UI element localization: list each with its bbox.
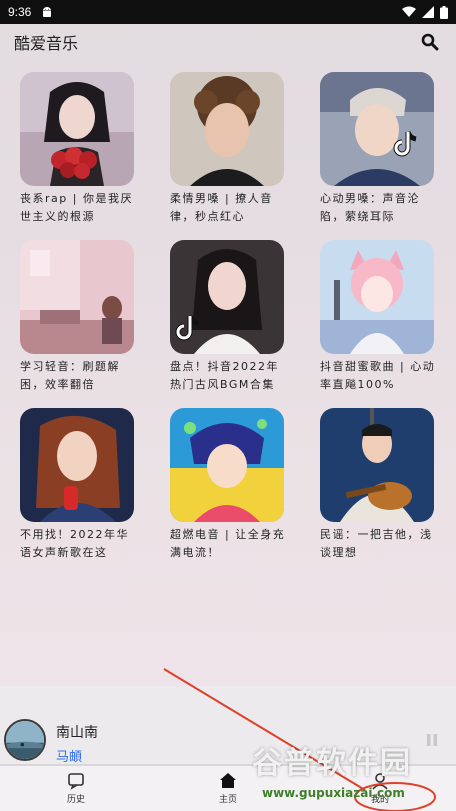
signal-icon xyxy=(422,6,434,18)
playlist-title[interactable]: 超燃电音 | 让全身充满电流！ xyxy=(170,526,286,562)
playlist-title[interactable]: 丧系rap | 你是我厌世主义的根源 xyxy=(20,190,136,226)
playlist-cover[interactable] xyxy=(170,240,284,354)
playlist-card[interactable]: 盘点！抖音2022年热门古风BGM合集 xyxy=(170,240,286,394)
playlist-card[interactable]: 学习轻音：刷题解困，效率翻倍 xyxy=(20,240,136,394)
search-icon xyxy=(421,33,439,51)
playlist-title[interactable]: 抖音甜蜜歌曲 | 心动率直飚100% xyxy=(320,358,436,394)
status-time: 9:36 xyxy=(8,5,32,19)
playlist-title[interactable]: 学习轻音：刷题解困，效率翻倍 xyxy=(20,358,136,394)
playlist-title[interactable]: 心动男嗓：声音沦陷，萦绕耳际 xyxy=(320,190,436,226)
playlist-card[interactable]: 心动男嗓：声音沦陷，萦绕耳际 xyxy=(320,72,436,226)
playlist-card[interactable]: 抖音甜蜜歌曲 | 心动率直飚100% xyxy=(320,240,436,394)
artist-name: 马頔 xyxy=(56,750,83,765)
home-icon xyxy=(220,773,236,788)
song-title: 南山南 xyxy=(56,725,98,741)
playlist-card[interactable]: 丧系rap | 你是我厌世主义的根源 xyxy=(20,72,136,226)
watermark-text: 谷普软件园 xyxy=(252,746,412,781)
playlist-card[interactable]: 不用找！2022年华语女声新歌在这 xyxy=(20,408,136,562)
playlist-card[interactable]: 柔情男嗓 | 撩人音律，秒点红心 xyxy=(170,72,286,226)
playlist-title[interactable]: 柔情男嗓 | 撩人音律，秒点红心 xyxy=(170,190,286,226)
watermark: 谷普软件园 www.gupuxiazai.com xyxy=(252,738,456,810)
playlist-title[interactable]: 不用找！2022年华语女声新歌在这 xyxy=(20,526,136,562)
watermark-url: www.gupuxiazai.com xyxy=(262,786,405,800)
playlist-card[interactable]: 民谣：一把吉他，浅谈理想 xyxy=(320,408,436,562)
nav-home-label: 主页 xyxy=(218,795,237,805)
wifi-icon xyxy=(402,6,416,17)
playlist-cover[interactable] xyxy=(170,408,284,522)
nav-history-label: 历史 xyxy=(66,795,85,805)
playlist-title[interactable]: 民谣：一把吉他，浅谈理想 xyxy=(320,526,436,562)
playlist-cover[interactable] xyxy=(320,240,434,354)
playlist-grid: 丧系rap | 你是我厌世主义的根源 柔情男嗓 | 撩人音律，秒点红心 心动男嗓… xyxy=(20,72,440,562)
playlist-cover[interactable] xyxy=(320,72,434,186)
playlist-title[interactable]: 盘点！抖音2022年热门古风BGM合集 xyxy=(170,358,286,394)
history-icon xyxy=(68,773,84,790)
playlist-cover[interactable] xyxy=(320,408,434,522)
playlist-cover[interactable] xyxy=(20,240,134,354)
app-bar: 酷爱音乐 xyxy=(0,24,456,60)
app-title: 酷爱音乐 xyxy=(14,34,79,53)
search-button[interactable] xyxy=(418,30,442,54)
status-bar: 9:36 xyxy=(0,0,456,24)
nav-history[interactable]: 历史 xyxy=(0,766,152,811)
album-thumbnail[interactable] xyxy=(4,719,46,761)
playlist-cover[interactable] xyxy=(20,72,134,186)
playlist-card[interactable]: 超燃电音 | 让全身充满电流！ xyxy=(170,408,286,562)
battery-icon xyxy=(440,5,448,19)
android-icon xyxy=(43,7,52,17)
playlist-cover[interactable] xyxy=(20,408,134,522)
playlist-cover[interactable] xyxy=(170,72,284,186)
